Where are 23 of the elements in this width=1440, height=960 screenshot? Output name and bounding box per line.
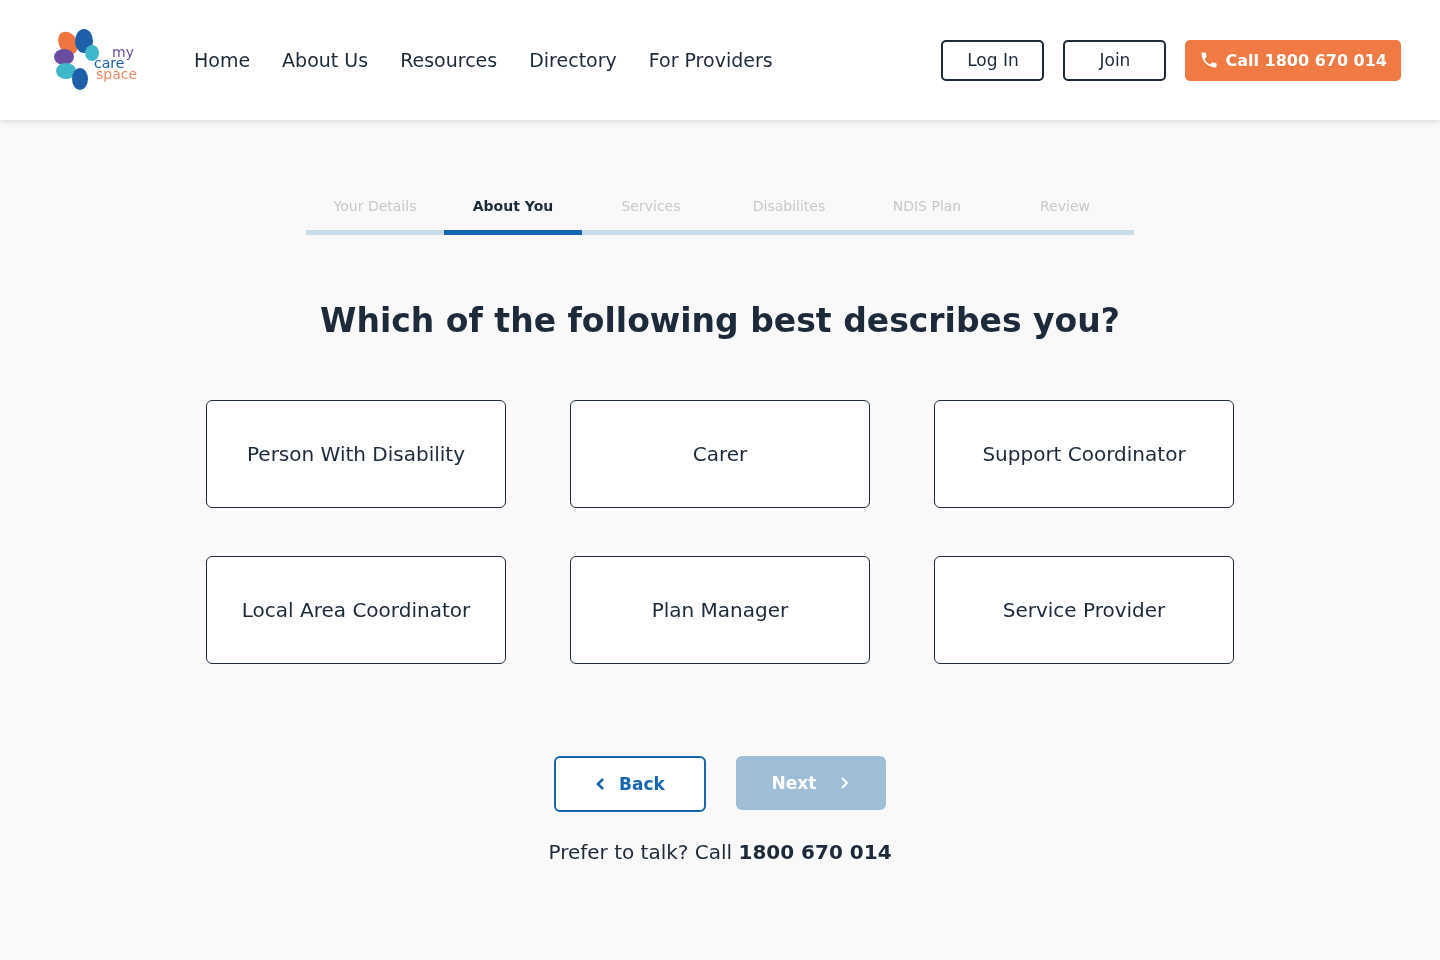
nav-link[interactable]: About Us [282,49,369,71]
question-heading: Which of the following best describes you? [320,301,1120,340]
logo-text: my [112,46,135,58]
logo-text: care [94,57,125,69]
option-card[interactable]: Support Coordinator [934,400,1234,508]
chevron-left-icon [595,777,606,791]
step-tab[interactable]: About You [444,198,582,235]
back-button[interactable]: Back [554,756,706,812]
phone-icon [1199,50,1220,70]
nav-link[interactable]: Resources [400,49,498,71]
chevron-right-icon [840,776,851,790]
option-card[interactable]: Plan Manager [570,556,870,664]
option-card[interactable]: Carer [570,400,870,508]
call-prompt: Prefer to talk? Call 1800 670 014 [548,840,892,864]
option-card[interactable]: Local Area Coordinator [206,556,506,664]
option-card[interactable]: Person With Disability [206,400,506,508]
logo-text: space [96,68,138,80]
nav-link[interactable]: Directory [529,49,617,71]
nav-link[interactable]: Home [194,49,251,71]
login-button[interactable]: Log In [941,39,1045,81]
join-button[interactable]: Join [1063,39,1167,81]
nav-link[interactable]: For Providers [648,49,773,71]
option-card[interactable]: Service Provider [934,556,1234,664]
